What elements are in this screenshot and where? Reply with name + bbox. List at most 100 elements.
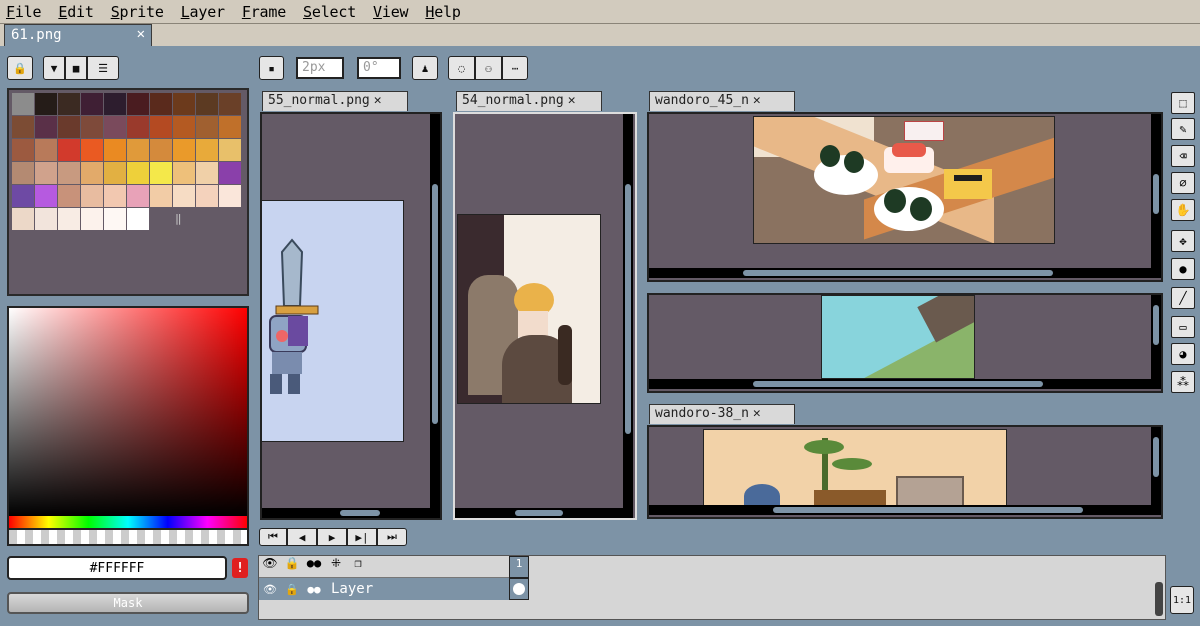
marquee-tool-icon[interactable]: ⬚ — [1171, 92, 1195, 114]
previous-frame-icon[interactable]: ◀ — [287, 528, 317, 546]
ink-icon[interactable]: ♟ — [412, 56, 438, 80]
alpha-slider[interactable] — [7, 530, 249, 546]
horizontal-scrollbar[interactable] — [649, 505, 1161, 515]
vertical-scrollbar[interactable] — [1151, 114, 1161, 268]
color-spectrum[interactable] — [7, 306, 249, 518]
palette-swatch[interactable] — [150, 93, 172, 115]
continuous-icon[interactable]: ●● — [303, 556, 325, 577]
palette-swatch[interactable] — [219, 162, 241, 184]
palette-swatch[interactable] — [196, 93, 218, 115]
palette-swatch[interactable] — [173, 185, 195, 207]
menu-sprite[interactable]: Sprite — [111, 3, 164, 21]
palette-swatch[interactable] — [127, 208, 149, 230]
menu-layer[interactable]: Layer — [181, 3, 225, 21]
move-tool-icon[interactable]: ✥ — [1171, 230, 1195, 252]
vertical-scrollbar[interactable] — [1151, 295, 1161, 379]
rectangle-tool-icon[interactable]: ▭ — [1171, 316, 1195, 338]
lock-icon[interactable]: 🔒 — [281, 556, 303, 577]
palette-swatch[interactable] — [12, 139, 34, 161]
last-frame-icon[interactable]: ⏭ — [377, 528, 407, 546]
doc-tab-wandoro-38[interactable]: wandoro-38_n ✕ — [649, 404, 795, 424]
onion-skin-icon[interactable]: ❐ — [347, 556, 369, 577]
vertical-scrollbar[interactable] — [623, 114, 633, 508]
eye-icon[interactable]: 👁 — [259, 556, 281, 577]
palette-swatch[interactable] — [58, 162, 80, 184]
close-icon[interactable]: ✕ — [753, 93, 761, 108]
mask-button[interactable]: Mask — [7, 592, 249, 614]
brush-size-input[interactable]: 2px — [296, 57, 344, 79]
dynamics-icon[interactable]: ⚇ — [475, 56, 502, 80]
palette-swatch[interactable] — [35, 185, 57, 207]
palette-swatch[interactable] — [58, 139, 80, 161]
palette-swatch[interactable] — [150, 116, 172, 138]
palette-swatch[interactable] — [127, 139, 149, 161]
palette-swatch[interactable] — [150, 185, 172, 207]
layer-name[interactable]: Layer — [331, 581, 373, 597]
palette-swatch[interactable] — [58, 208, 80, 230]
palette-swatch[interactable] — [173, 93, 195, 115]
palette-swatch[interactable] — [104, 116, 126, 138]
lock-icon[interactable]: 🔒 — [7, 56, 33, 80]
palette-swatch[interactable] — [81, 185, 103, 207]
palette-swatch[interactable] — [127, 116, 149, 138]
palette-swatch[interactable] — [104, 139, 126, 161]
menu-file[interactable]: File — [6, 3, 42, 21]
horizontal-scrollbar[interactable] — [649, 379, 1161, 389]
play-icon[interactable]: ▶ — [317, 528, 347, 546]
pixel-perfect-icon[interactable]: ◌ — [448, 56, 475, 80]
palette-swatch[interactable] — [219, 139, 241, 161]
palette-swatch[interactable] — [173, 139, 195, 161]
water-canvas[interactable] — [821, 295, 975, 379]
pencil-tool-icon[interactable]: ✎ — [1171, 118, 1195, 140]
menu-select[interactable]: Select — [303, 3, 356, 21]
doc-tab-55[interactable]: 55_normal.png ✕ — [262, 91, 408, 111]
palette-swatch[interactable] — [81, 162, 103, 184]
square-icon[interactable]: ■ — [65, 56, 87, 80]
palette-resize-handle[interactable]: ‖ — [175, 212, 182, 225]
palette-swatch[interactable] — [127, 162, 149, 184]
vertical-scrollbar[interactable] — [1151, 427, 1161, 505]
link-cels-icon[interactable]: ⁜ — [325, 556, 347, 577]
close-icon[interactable]: ✕ — [753, 406, 761, 421]
palette-swatch[interactable] — [12, 162, 34, 184]
close-icon[interactable]: ✕ — [374, 93, 382, 108]
palette-swatch[interactable] — [81, 116, 103, 138]
illustration-canvas[interactable] — [457, 214, 601, 404]
sushi-canvas[interactable] — [753, 116, 1055, 244]
fill-tool-icon[interactable]: ● — [1171, 258, 1195, 280]
editor-wandoro-45[interactable] — [647, 112, 1163, 282]
palette-swatch[interactable] — [35, 208, 57, 230]
menu-frame[interactable]: Frame — [242, 3, 286, 21]
hex-color-field[interactable]: #FFFFFF — [7, 556, 227, 580]
palette-swatch[interactable] — [81, 208, 103, 230]
editor-wandoro-38[interactable] — [647, 425, 1163, 519]
close-icon[interactable]: ✕ — [568, 93, 576, 108]
room-canvas[interactable] — [703, 429, 1007, 507]
doc-tab-54[interactable]: 54_normal.png ✕ — [456, 91, 602, 111]
hue-slider[interactable] — [7, 516, 249, 530]
palette-swatch[interactable] — [150, 162, 172, 184]
editor-55[interactable] — [260, 112, 442, 520]
timeline-scrollbar[interactable] — [1155, 582, 1163, 616]
palette-swatch[interactable] — [81, 139, 103, 161]
menu-lines-icon[interactable]: ☰ — [87, 56, 119, 80]
close-icon[interactable]: ✕ — [137, 26, 145, 42]
palette-swatch[interactable] — [196, 116, 218, 138]
editor-water[interactable] — [647, 293, 1163, 393]
palette-swatch[interactable] — [150, 139, 172, 161]
menu-edit[interactable]: Edit — [58, 3, 94, 21]
eraser-tool-icon[interactable]: ⌫ — [1171, 145, 1195, 167]
hand-tool-icon[interactable]: ✋ — [1171, 199, 1195, 221]
cel-1[interactable] — [509, 578, 529, 600]
vertical-scrollbar[interactable] — [430, 114, 440, 508]
palette-swatch[interactable] — [173, 116, 195, 138]
menu-view[interactable]: View — [373, 3, 409, 21]
next-frame-icon[interactable]: ▶| — [347, 528, 377, 546]
first-frame-icon[interactable]: ⏮ — [259, 528, 287, 546]
horizontal-scrollbar[interactable] — [262, 508, 440, 518]
palette-swatch[interactable] — [104, 162, 126, 184]
palette-swatch[interactable] — [35, 116, 57, 138]
palette-swatch[interactable] — [104, 93, 126, 115]
palette-swatch[interactable] — [104, 208, 126, 230]
palette-swatch[interactable] — [12, 208, 34, 230]
